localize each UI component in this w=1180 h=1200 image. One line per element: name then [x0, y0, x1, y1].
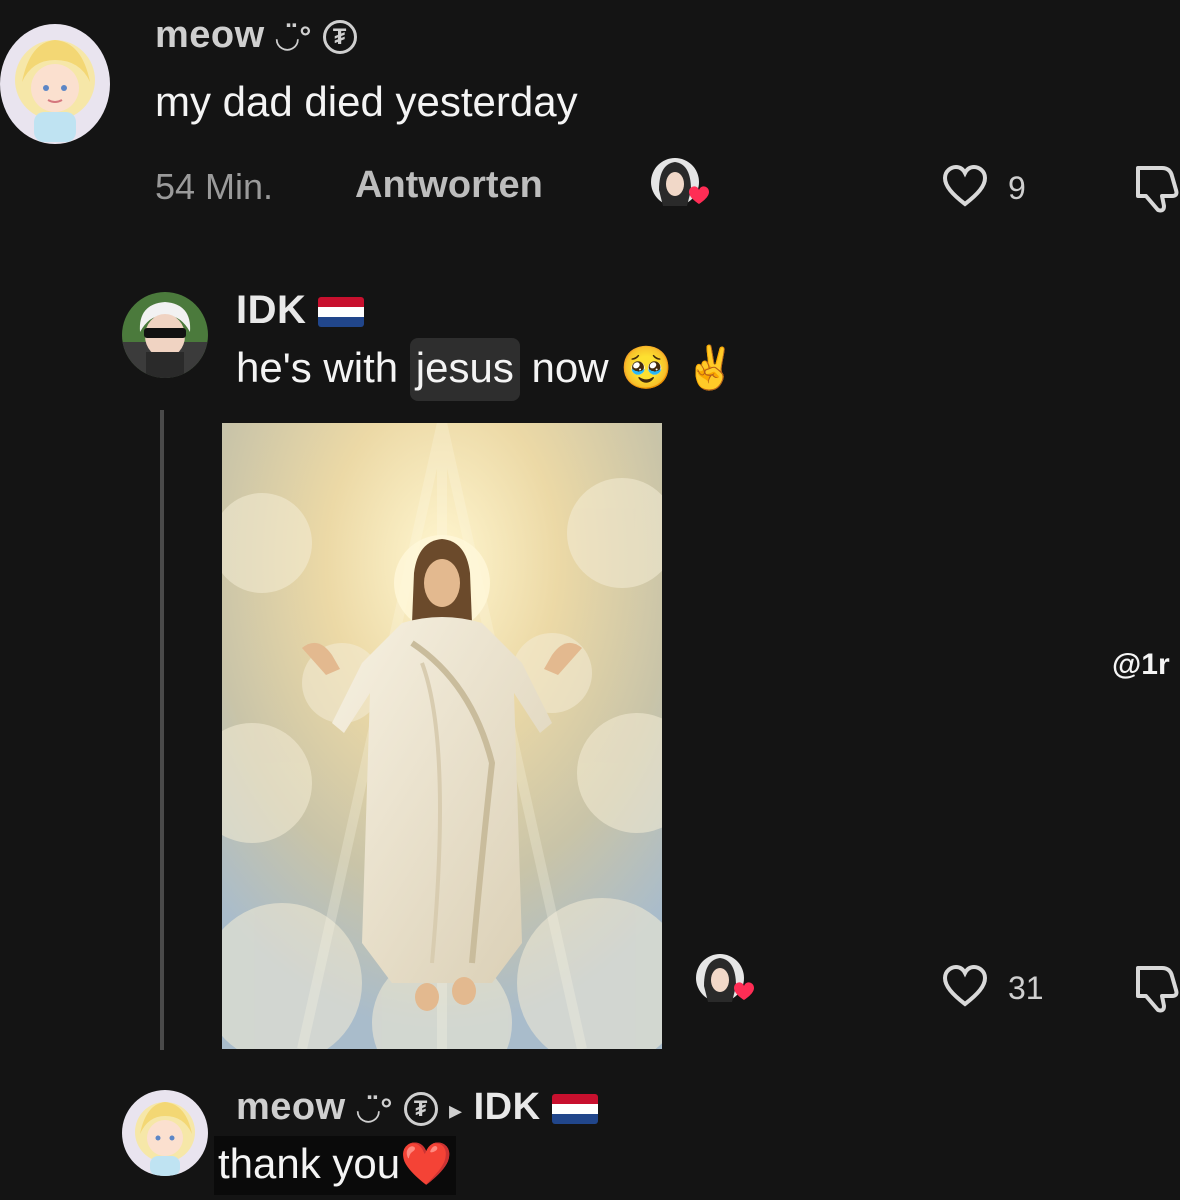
highlighted-word: jesus: [409, 338, 520, 401]
like-heart-icon[interactable]: [942, 164, 988, 210]
thread-line: [160, 410, 164, 1050]
watermark: @1r: [1112, 648, 1170, 681]
username-suffix: ◡̈°: [275, 21, 312, 54]
badge-icon: ₮: [322, 19, 357, 54]
netherlands-flag-icon: [551, 1093, 598, 1124]
creator-liked-icon: [645, 156, 715, 212]
victory-hand-emoji: ✌️: [684, 344, 737, 391]
comment-3-text: thank you❤️: [214, 1136, 457, 1195]
text-before: he's with: [236, 344, 399, 391]
netherlands-flag-icon: [318, 297, 365, 328]
reply-to-username[interactable]: IDK: [474, 1086, 541, 1128]
dislike-icon[interactable]: [1132, 962, 1180, 1014]
comment-2-author[interactable]: IDK: [236, 288, 365, 333]
username[interactable]: meow: [155, 14, 265, 56]
like-count: 31: [1008, 970, 1044, 1006]
reply-button[interactable]: Antworten: [355, 164, 543, 207]
reply-arrow-icon: ▸: [448, 1095, 463, 1125]
dislike-icon[interactable]: [1132, 162, 1180, 214]
username-suffix: ◡̈°: [356, 1093, 393, 1126]
avatar-meow[interactable]: [0, 24, 110, 144]
avatar-idk[interactable]: [122, 292, 208, 378]
like-heart-icon[interactable]: [942, 964, 988, 1010]
creator-liked-icon: [690, 952, 760, 1008]
pleading-face-emoji: 🥹: [620, 344, 673, 391]
badge-icon: ₮: [403, 1091, 438, 1126]
comment-text: thank you: [218, 1140, 401, 1187]
avatar-meow[interactable]: [122, 1090, 208, 1176]
comment-1-author[interactable]: meow ◡̈° ₮: [155, 14, 357, 57]
username[interactable]: meow: [236, 1086, 346, 1128]
username[interactable]: IDK: [236, 288, 306, 332]
comment-1-text: my dad died yesterday: [155, 78, 578, 125]
text-after: now: [531, 344, 609, 391]
red-heart-emoji: ❤️: [400, 1140, 453, 1187]
comment-2-text: he's with jesus now 🥹 ✌️: [236, 338, 737, 401]
comment-3-author[interactable]: meow ◡̈° ₮ ▸ IDK: [236, 1086, 598, 1129]
like-count: 9: [1008, 170, 1026, 206]
comment-1-time: 54 Min.: [155, 166, 274, 207]
jesus-in-clouds-image[interactable]: [192, 421, 697, 1093]
